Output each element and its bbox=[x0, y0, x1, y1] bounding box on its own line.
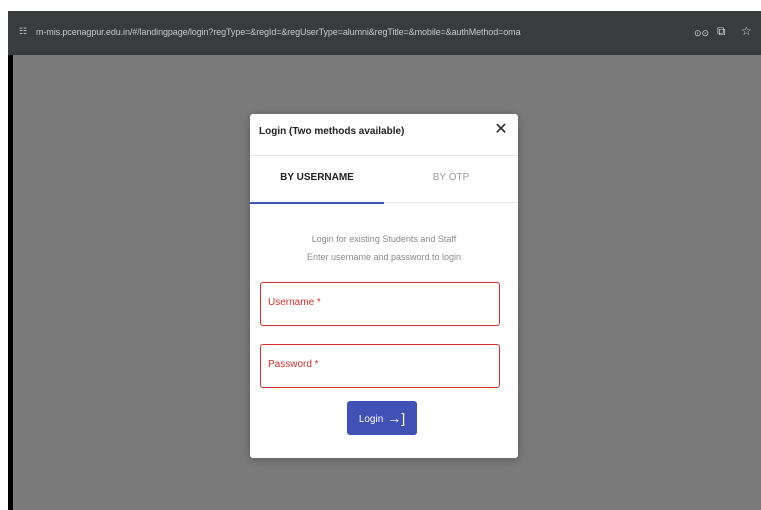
bookmark-star-icon[interactable]: ☆ bbox=[741, 24, 752, 38]
login-method-tabs: BY USERNAME BY OTP bbox=[250, 155, 518, 204]
url-text[interactable]: m-mis.pcenagpur.edu.in/#/landingpage/log… bbox=[36, 27, 521, 37]
login-description-line2: Enter username and password to login bbox=[306, 252, 462, 262]
tab-by-username[interactable]: BY USERNAME bbox=[250, 156, 384, 204]
incognito-icon[interactable]: ⊙⊙ bbox=[694, 26, 709, 40]
close-icon[interactable]: ✕ bbox=[493, 122, 509, 138]
browser-address-bar: ☷ m-mis.pcenagpur.edu.in/#/landingpage/l… bbox=[8, 11, 761, 55]
install-app-icon[interactable]: ⧉ bbox=[717, 24, 726, 38]
username-label: Username * bbox=[268, 297, 321, 308]
site-info-icon[interactable]: ☷ bbox=[19, 26, 29, 36]
password-field[interactable]: Password * bbox=[260, 344, 500, 388]
login-dialog: Login (Two methods available) ✕ BY USERN… bbox=[250, 114, 518, 458]
login-button-label: Login bbox=[358, 414, 384, 425]
login-button[interactable]: Login →] bbox=[347, 401, 417, 435]
password-label: Password * bbox=[268, 359, 319, 370]
dialog-title: Login (Two methods available) bbox=[259, 126, 405, 137]
username-field[interactable]: Username * bbox=[260, 282, 500, 326]
login-description-line1: Login for existing Students and Staff bbox=[311, 234, 457, 244]
login-icon: →] bbox=[387, 410, 406, 426]
tab-by-otp[interactable]: BY OTP bbox=[384, 156, 518, 202]
